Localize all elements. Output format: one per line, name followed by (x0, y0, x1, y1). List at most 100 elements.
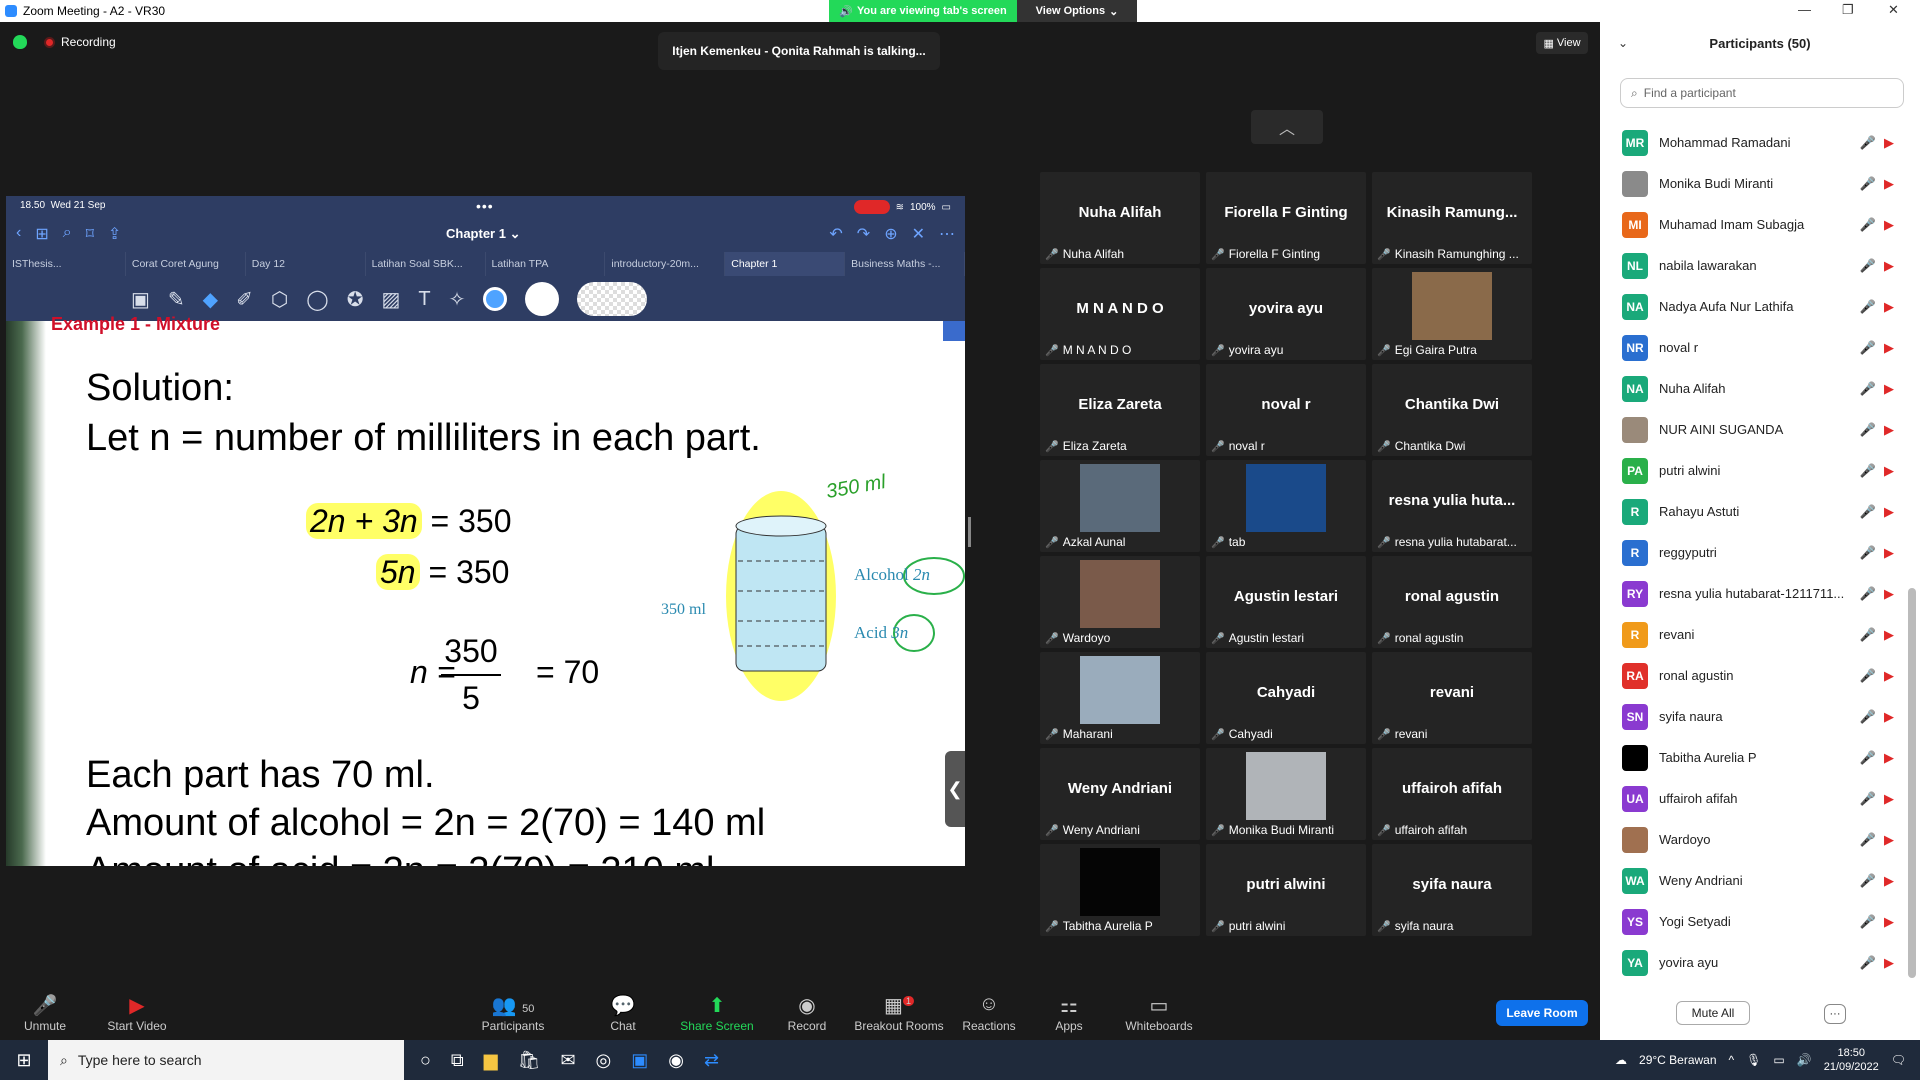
start-video-button[interactable]: ▶ Start Video (92, 993, 182, 1033)
video-tile[interactable]: Cahyadi 🎤 Cahyadi (1206, 652, 1366, 744)
video-tile[interactable]: 🎤 Azkal Aunal (1040, 460, 1200, 552)
tray-chevron-icon[interactable]: ^ (1729, 1053, 1735, 1067)
cortana-icon[interactable]: ○ (420, 1050, 431, 1071)
whiteboards-button[interactable]: ▭ Whiteboards (1114, 993, 1204, 1033)
solution-title: Solution: (86, 367, 234, 409)
participant-row[interactable]: NA Nuha Alifah 🎤 ▶ (1600, 368, 1904, 409)
minimize-button[interactable]: — (1798, 2, 1811, 17)
unmute-button[interactable]: 🎤 Unmute (0, 993, 90, 1033)
video-tile[interactable]: syifa naura 🎤 syifa naura (1372, 844, 1532, 936)
video-tile[interactable]: Chantika Dwi 🎤 Chantika Dwi (1372, 364, 1532, 456)
windows-start-icon[interactable]: ⊞ (0, 1040, 48, 1080)
participants-button[interactable]: 👥 50 Participants (468, 993, 558, 1033)
participant-row[interactable]: NUR AINI SUGANDA 🎤 ▶ (1600, 409, 1904, 450)
video-tile[interactable]: 🎤 tab (1206, 460, 1366, 552)
taskbar-clock[interactable]: 18:50 21/09/2022 (1824, 1046, 1879, 1074)
share-screen-button[interactable]: ⬆ Share Screen (672, 993, 762, 1033)
participant-row[interactable]: YS Yogi Setyadi 🎤 ▶ (1600, 901, 1904, 942)
video-tile[interactable]: uffairoh afifah 🎤 uffairoh afifah (1372, 748, 1532, 840)
participant-row[interactable]: SN syifa naura 🎤 ▶ (1600, 696, 1904, 737)
eraser-icon: ◆ (202, 288, 219, 311)
collapse-arrow-icon[interactable]: ❮ (945, 751, 965, 827)
breakout-rooms-button[interactable]: ▦ 1 Breakout Rooms (852, 993, 946, 1033)
video-tile[interactable]: 🎤 Monika Budi Miranti (1206, 748, 1366, 840)
participant-row[interactable]: Tabitha Aurelia P 🎤 ▶ (1600, 737, 1904, 778)
participant-row[interactable]: RY resna yulia hutabarat-1211711... 🎤 ▶ (1600, 573, 1904, 614)
more-options-button[interactable]: ··· (1824, 1004, 1846, 1024)
resize-handle[interactable] (968, 517, 971, 547)
view-button[interactable]: ▦ View (1536, 32, 1588, 54)
participant-row[interactable]: NL nabila lawarakan 🎤 ▶ (1600, 245, 1904, 286)
security-shield-icon[interactable] (13, 35, 27, 49)
video-tile[interactable]: Fiorella F Ginting 🎤 Fiorella F Ginting (1206, 172, 1366, 264)
participant-row[interactable]: YA yovira ayu 🎤 ▶ (1600, 942, 1904, 983)
video-tile[interactable]: 🎤 Wardoyo (1040, 556, 1200, 648)
record-button[interactable]: ◉ Record (762, 993, 852, 1033)
participant-row[interactable]: NR noval r 🎤 ▶ (1600, 327, 1904, 368)
taskbar-search-input[interactable]: ⌕ Type here to search (48, 1040, 404, 1080)
zoom-taskbar-icon[interactable]: ▣ (631, 1050, 648, 1071)
participant-row[interactable]: UA uffairoh afifah 🎤 ▶ (1600, 778, 1904, 819)
video-tile[interactable]: resna yulia huta... 🎤 resna yulia hutabara… (1372, 460, 1532, 552)
video-tile[interactable]: M N A N D O 🎤 M N A N D O (1040, 268, 1200, 360)
participant-row[interactable]: Monika Budi Miranti 🎤 ▶ (1600, 163, 1904, 204)
weather-text[interactable]: 29°C Berawan (1639, 1053, 1717, 1067)
search-placeholder: Find a participant (1643, 86, 1736, 100)
participant-row[interactable]: MR Mohammad Ramadani 🎤 ▶ (1600, 122, 1904, 163)
video-tile[interactable]: Agustin lestari 🎤 Agustin lestari (1206, 556, 1366, 648)
participant-row[interactable]: Rreggyputri 🎤 ▶ (1600, 532, 1904, 573)
mail-icon[interactable]: ✉ (560, 1050, 575, 1071)
video-tile[interactable]: ronal agustin 🎤 ronal agustin (1372, 556, 1532, 648)
video-tile[interactable]: revani 🎤 revani (1372, 652, 1532, 744)
video-tile[interactable]: 🎤 Tabitha Aurelia P (1040, 844, 1200, 936)
participant-row[interactable]: PA putri alwini 🎤 ▶ (1600, 450, 1904, 491)
chrome-icon[interactable]: ◎ (596, 1050, 612, 1071)
recording-indicator[interactable]: Recording (44, 35, 116, 49)
video-tile[interactable]: 🎤 Maharani (1040, 652, 1200, 744)
participant-name: Nuha Alifah (1659, 381, 1726, 396)
video-tile[interactable]: yovira ayu 🎤 yovira ayu (1206, 268, 1366, 360)
tile-name: Fiorella F Ginting (1228, 247, 1321, 261)
video-tile[interactable]: putri alwini 🎤 putri alwini (1206, 844, 1366, 936)
view-options-button[interactable]: View Options ⌄ (1017, 0, 1137, 22)
shared-screen[interactable]: 18.50 Wed 21 Sep ••• ≋ 100% ▭ ‹ ⊞ ⌕ ⌑ ⇪ Chapte… (6, 196, 965, 866)
store-icon[interactable]: 🛍 (518, 1050, 541, 1071)
chrome-profile-icon[interactable]: ◉ (668, 1050, 684, 1071)
close-button[interactable]: ✕ (1888, 2, 1899, 18)
participant-row[interactable]: R Rahayu Astuti 🎤 ▶ (1600, 491, 1904, 532)
more-icon: ⋯ (939, 226, 955, 243)
participant-search-input[interactable]: ⌕ Find a participant (1620, 78, 1904, 108)
mute-all-button[interactable]: Mute All (1676, 1001, 1750, 1025)
participant-row[interactable]: Rrevani 🎤 ▶ (1600, 614, 1904, 655)
chat-label: Chat (610, 1019, 636, 1033)
task-view-icon[interactable]: ⧉ (451, 1050, 464, 1071)
teamviewer-icon[interactable]: ⇄ (704, 1050, 719, 1071)
video-tile[interactable]: Nuha Alifah 🎤 Nuha Alifah (1040, 172, 1200, 264)
chat-button[interactable]: 💬 Chat (578, 993, 668, 1033)
tile-name: uffairoh afifah (1394, 823, 1468, 837)
volume-icon[interactable]: 🔊 (1797, 1053, 1812, 1067)
network-icon[interactable]: ▭ (1773, 1053, 1784, 1067)
video-tile[interactable]: Eliza Zareta 🎤 Eliza Zareta (1040, 364, 1200, 456)
gallery-up-button[interactable]: ︿ (1251, 110, 1323, 144)
participant-name: revani (1659, 627, 1695, 642)
participant-row[interactable]: WA Weny Andriani 🎤 ▶ (1600, 860, 1904, 901)
video-tile[interactable]: 🎤 Egi Gaira Putra (1372, 268, 1532, 360)
file-explorer-icon[interactable]: ▆ (484, 1050, 498, 1071)
video-tile[interactable]: Weny Andriani 🎤 Weny Andriani (1040, 748, 1200, 840)
participant-row[interactable]: NA Nadya Aufa Nur Lathifa 🎤 ▶ (1600, 286, 1904, 327)
muted-mic-icon: 🎤 (1859, 954, 1876, 970)
doc-title-text: Chapter 1 (446, 226, 506, 241)
participant-row[interactable]: Wardoyo 🎤 ▶ (1600, 819, 1904, 860)
apps-button[interactable]: ⚏ Apps (1024, 993, 1114, 1033)
notifications-icon[interactable]: 🗨 (1891, 1053, 1906, 1067)
participant-scrollbar[interactable] (1908, 588, 1916, 978)
video-tile[interactable]: Kinasih Ramung... 🎤 Kinasih Ramunghing ... (1372, 172, 1532, 264)
video-tile[interactable]: noval r 🎤 noval r (1206, 364, 1366, 456)
participant-row[interactable]: MI Muhamad Imam Subagja 🎤 ▶ (1600, 204, 1904, 245)
leave-room-button[interactable]: Leave Room (1496, 1000, 1588, 1026)
participant-row[interactable]: RA ronal agustin 🎤 ▶ (1600, 655, 1904, 696)
reactions-button[interactable]: ☺ Reactions (944, 993, 1034, 1033)
equation-2-right: = 350 (428, 554, 510, 590)
restore-button[interactable]: ❐ (1842, 2, 1854, 18)
